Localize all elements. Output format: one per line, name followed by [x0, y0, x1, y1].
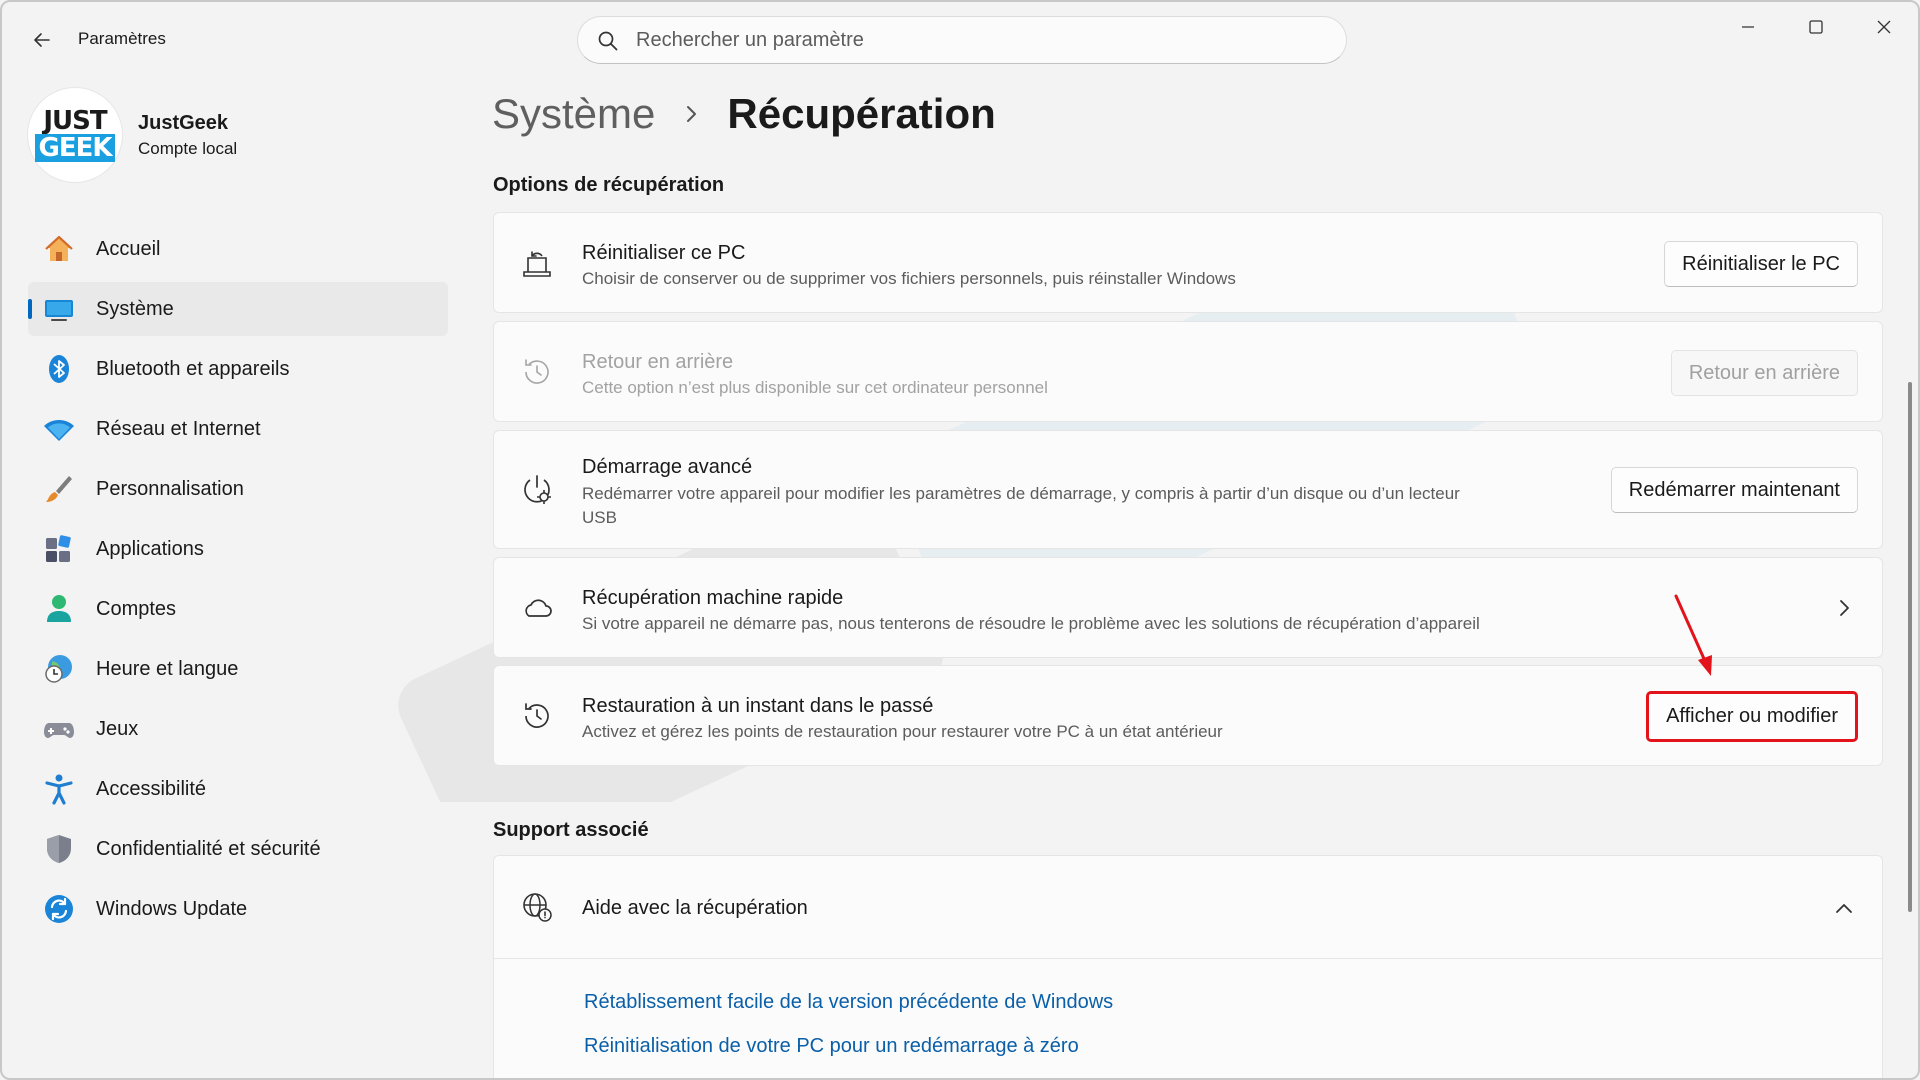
view-or-modify-button[interactable]: Afficher ou modifier — [1646, 691, 1858, 742]
card-reset-pc: Réinitialiser ce PC Choisir de conserver… — [493, 212, 1883, 313]
advanced-startup-icon — [520, 473, 554, 507]
sidebar-nav: Accueil Système Bluetooth et appareils R… — [28, 222, 448, 942]
card-description-continued: USB — [582, 508, 617, 527]
reset-pc-button[interactable]: Réinitialiser le PC — [1664, 241, 1858, 287]
card-advanced-startup: Démarrage avancé Redémarrer votre appare… — [493, 430, 1883, 549]
sidebar-item-label: Heure et langue — [96, 657, 239, 680]
title-bar: Paramètres — [2, 2, 1918, 76]
card-system-restore: Restauration à un instant dans le passé … — [493, 665, 1883, 766]
app-title: Paramètres — [78, 29, 166, 48]
card-go-back: Retour en arrière Cette option n’est plu… — [493, 321, 1883, 422]
card-title: Restauration à un instant dans le passé — [582, 695, 934, 717]
close-button[interactable] — [1857, 10, 1911, 44]
chevron-right-icon — [683, 104, 699, 124]
back-arrow-icon — [34, 33, 50, 47]
chevron-up-icon[interactable] — [1832, 896, 1856, 920]
card-title: Réinitialiser ce PC — [582, 242, 746, 264]
sidebar-item-accessibilite[interactable]: Accessibilité — [28, 762, 448, 816]
close-icon — [1877, 20, 1891, 34]
sidebar-item-comptes[interactable]: Comptes — [28, 582, 448, 636]
logo-text-geek: GEEK — [35, 134, 115, 162]
card-title: Récupération machine rapide — [582, 587, 844, 609]
search-input[interactable] — [636, 28, 1316, 52]
breadcrumb: Système Récupération — [492, 90, 996, 138]
sidebar-item-heure-langue[interactable]: Heure et langue — [28, 642, 448, 696]
restart-now-button[interactable]: Redémarrer maintenant — [1610, 467, 1858, 513]
card-description: Si votre appareil ne démarre pas, nous t… — [582, 614, 1480, 633]
sidebar-item-reseau[interactable]: Réseau et Internet — [28, 402, 448, 456]
home-icon — [42, 232, 76, 266]
user-profile[interactable]: JUST GEEK JustGeek Compte local — [28, 88, 237, 182]
card-quick-machine-recovery[interactable]: Récupération machine rapide Si votre app… — [493, 557, 1883, 658]
chevron-right-icon[interactable] — [1832, 596, 1856, 620]
apps-icon — [42, 532, 76, 566]
card-description: Cette option n’est plus disponible sur c… — [582, 378, 1048, 397]
search-box[interactable] — [577, 16, 1347, 64]
restore-icon — [520, 699, 554, 733]
card-title: Démarrage avancé — [582, 456, 753, 478]
profile-account-type: Compte local — [138, 138, 238, 158]
wifi-icon — [42, 412, 76, 446]
sidebar-item-confidentialite[interactable]: Confidentialité et sécurité — [28, 822, 448, 876]
link-reset-pc-fresh-start[interactable]: Réinitialisation de votre PC pour un red… — [584, 1035, 1079, 1058]
minimize-button[interactable] — [1721, 10, 1775, 44]
maximize-button[interactable] — [1789, 10, 1843, 44]
sidebar-item-label: Confidentialité et sécurité — [96, 837, 321, 860]
sidebar-item-bluetooth[interactable]: Bluetooth et appareils — [28, 342, 448, 396]
back-button[interactable] — [24, 22, 60, 58]
update-icon — [42, 892, 76, 926]
sidebar-item-label: Personnalisation — [96, 477, 244, 500]
card-title: Retour en arrière — [582, 351, 734, 373]
sidebar-item-label: Accessibilité — [96, 777, 207, 800]
sidebar-item-label: Accueil — [96, 237, 161, 260]
avatar: JUST GEEK — [28, 88, 122, 182]
recovery-help-header[interactable]: Aide avec la récupération — [494, 856, 1882, 959]
minimize-icon — [1742, 26, 1754, 28]
account-icon — [42, 592, 76, 626]
card-description: Activez et gérez les points de restaurat… — [582, 722, 1223, 741]
sidebar-item-label: Jeux — [96, 717, 139, 740]
sidebar-item-label: Applications — [96, 537, 204, 560]
shield-icon — [42, 832, 76, 866]
sidebar-item-label: Comptes — [96, 597, 177, 620]
globe-icon — [520, 890, 554, 924]
logo-text-just: JUST — [43, 106, 107, 136]
section-title-related-support: Support associé — [493, 819, 649, 841]
card-title: Aide avec la récupération — [582, 897, 808, 919]
sidebar-item-accueil[interactable]: Accueil — [28, 222, 448, 276]
scrollbar[interactable] — [1908, 382, 1912, 912]
link-rollback-windows[interactable]: Rétablissement facile de la version préc… — [584, 991, 1113, 1014]
sidebar-item-jeux[interactable]: Jeux — [28, 702, 448, 756]
clock-globe-icon — [42, 652, 76, 686]
reset-pc-icon — [520, 246, 554, 280]
card-description: Redémarrer votre appareil pour modifier … — [582, 484, 1460, 503]
sidebar-item-label: Windows Update — [96, 897, 248, 920]
breadcrumb-parent[interactable]: Système — [492, 90, 655, 138]
settings-window: Paramètres JUST GEEK JustGeek Compte loc… — [0, 0, 1920, 1080]
sidebar-item-windows-update[interactable]: Windows Update — [28, 882, 448, 936]
profile-name: JustGeek — [138, 111, 229, 134]
sidebar-item-label: Bluetooth et appareils — [96, 357, 290, 380]
search-icon — [596, 29, 620, 58]
history-icon — [520, 355, 554, 389]
go-back-button: Retour en arrière — [1670, 350, 1858, 396]
sidebar-item-systeme[interactable]: Système — [28, 282, 448, 336]
cloud-icon — [520, 591, 554, 625]
brush-icon — [42, 472, 76, 506]
sidebar-item-personnalisation[interactable]: Personnalisation — [28, 462, 448, 516]
card-description: Choisir de conserver ou de supprimer vos… — [582, 269, 1236, 288]
accessibility-icon — [42, 772, 76, 806]
system-icon — [42, 292, 76, 326]
maximize-icon — [1809, 20, 1823, 34]
section-title-recovery-options: Options de récupération — [493, 174, 725, 196]
gamepad-icon — [42, 712, 76, 746]
bluetooth-icon — [42, 352, 76, 386]
sidebar-item-label: Système — [96, 297, 174, 320]
sidebar-item-applications[interactable]: Applications — [28, 522, 448, 576]
sidebar-item-label: Réseau et Internet — [96, 417, 261, 440]
page-title: Récupération — [727, 90, 996, 137]
